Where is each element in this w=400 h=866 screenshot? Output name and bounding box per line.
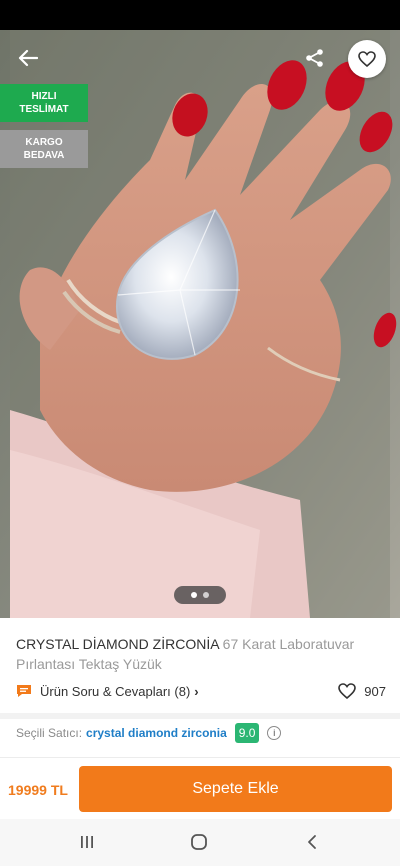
badge-line: TESLİMAT bbox=[19, 104, 69, 115]
product-brand[interactable]: CRYSTAL DİAMOND ZİRCONİA bbox=[16, 636, 219, 652]
pager-dot-active[interactable] bbox=[191, 592, 197, 598]
recent-apps-icon bbox=[81, 836, 93, 848]
arrow-left-icon bbox=[18, 49, 38, 67]
fast-delivery-badge: HIZLI TESLİMAT bbox=[0, 84, 88, 122]
heart-outline-icon bbox=[338, 683, 357, 699]
product-title: CRYSTAL DİAMOND ZİRCONİA 67 Karat Labora… bbox=[16, 634, 386, 674]
heart-outline-icon bbox=[358, 51, 376, 67]
add-to-cart-button[interactable]: Sepete Ekle bbox=[79, 766, 392, 812]
home-circle-icon bbox=[191, 834, 207, 850]
free-cargo-badge: KARGO BEDAVA bbox=[0, 130, 88, 168]
favorite-count-value: 907 bbox=[364, 683, 386, 699]
badge-line: BEDAVA bbox=[23, 150, 65, 161]
qa-link[interactable]: Ürün Soru & Cevapları (8) bbox=[40, 684, 190, 699]
back-button[interactable] bbox=[10, 42, 46, 74]
favorite-count[interactable]: 907 bbox=[338, 680, 386, 702]
price: 19999 TL bbox=[8, 782, 68, 798]
info-icon[interactable]: i bbox=[267, 726, 282, 740]
seller-name-link[interactable]: crystal diamond zirconia bbox=[86, 726, 227, 740]
badge-line: KARGO bbox=[25, 137, 63, 148]
back-chevron-icon bbox=[308, 835, 316, 849]
purchase-bar: 19999 TL Sepete Ekle bbox=[0, 757, 400, 819]
seller-row: Seçili Satıcı: crystal diamond zirconia … bbox=[16, 722, 386, 744]
product-image-gallery[interactable]: HIZLI TESLİMAT KARGO BEDAVA bbox=[0, 30, 400, 618]
badge-line: HIZLI bbox=[31, 91, 57, 102]
gallery-pager[interactable] bbox=[174, 586, 226, 604]
qa-row: Ürün Soru & Cevapları (8) › 907 bbox=[16, 680, 386, 702]
seller-rating-badge: 9.0 bbox=[234, 723, 260, 743]
status-bar bbox=[0, 0, 400, 30]
share-button[interactable] bbox=[298, 42, 332, 74]
section-divider bbox=[0, 713, 400, 719]
share-icon bbox=[306, 49, 323, 67]
system-back-button[interactable] bbox=[300, 831, 324, 853]
home-button[interactable] bbox=[187, 831, 211, 853]
chevron-right-icon: › bbox=[194, 683, 199, 699]
product-detail-screen: HIZLI TESLİMAT KARGO BEDAVA CRYSTAL DİAM… bbox=[0, 0, 400, 866]
favorite-button[interactable] bbox=[348, 40, 386, 78]
pager-dot[interactable] bbox=[203, 592, 209, 598]
seller-label: Seçili Satıcı: bbox=[16, 726, 83, 740]
recent-apps-button[interactable] bbox=[75, 831, 99, 853]
system-navigation-bar bbox=[0, 819, 400, 866]
chat-bubble-icon bbox=[17, 685, 31, 697]
